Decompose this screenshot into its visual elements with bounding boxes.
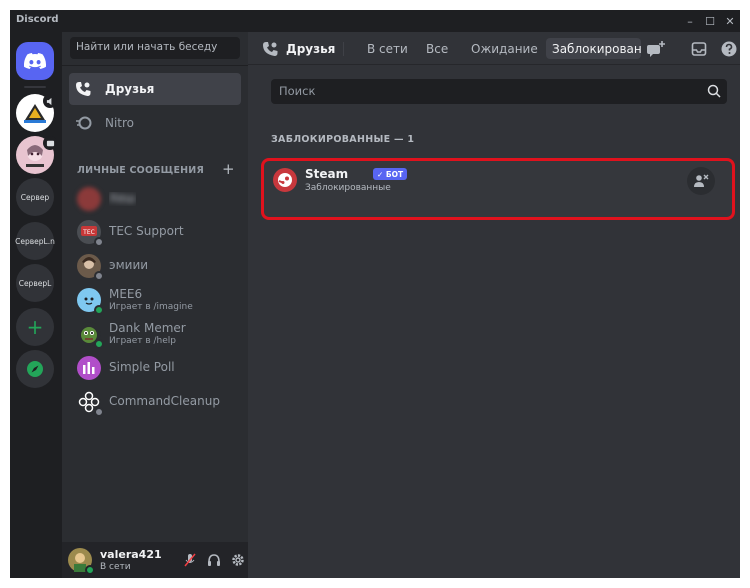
dm-name: TEC Support	[109, 225, 184, 239]
dm-item[interactable]: MEE6 Играет в /imagine	[69, 283, 241, 317]
dm-avatar	[77, 288, 104, 315]
nav-friends-label: Друзья	[105, 82, 155, 96]
blocked-count-header: ЗАБЛОКИРОВАННЫЕ — 1	[271, 134, 415, 145]
app-title: Discord	[16, 14, 59, 25]
dm-item[interactable]: Хеш	[69, 182, 241, 216]
toolbar-divider	[343, 42, 344, 56]
dm-activity: Играет в /help	[109, 335, 176, 346]
dm-name: MEE6	[109, 287, 143, 301]
status-indicator	[94, 271, 104, 281]
dm-avatar	[77, 390, 104, 417]
friends-search-input[interactable]: Поиск	[271, 79, 727, 104]
screen-share-icon	[43, 136, 57, 150]
new-group-dm-icon	[647, 41, 665, 57]
dm-avatar	[77, 254, 104, 281]
nav-nitro[interactable]: Nitro	[69, 107, 241, 139]
status-indicator	[85, 565, 95, 575]
dm-item[interactable]: Dank Memer Играет в /help	[69, 317, 241, 351]
sidebar-divider	[62, 65, 248, 66]
add-server-button[interactable]: +	[16, 308, 54, 346]
settings-button[interactable]	[228, 550, 248, 570]
discord-window: Discord – ☐ ✕ Сервер СерверL.n СерверL +…	[10, 10, 740, 578]
avatar[interactable]	[68, 548, 95, 575]
mic-muted-icon	[184, 553, 196, 567]
friends-title: Друзья	[262, 32, 335, 65]
dm-name: Хеш	[109, 192, 136, 206]
user-panel: valera421 В сети	[62, 542, 248, 578]
dm-activity: Играет в /imagine	[109, 301, 193, 312]
maximize-button[interactable]: ☐	[700, 12, 720, 30]
inbox-icon	[691, 42, 707, 56]
dm-avatar	[77, 356, 101, 380]
create-dm-button[interactable]: +	[222, 160, 235, 178]
guild-separator	[24, 86, 46, 88]
status-indicator	[94, 305, 104, 315]
steam-icon	[278, 173, 292, 187]
find-conversation-input[interactable]: Найти или начать беседу	[70, 37, 240, 59]
status-indicator	[94, 339, 104, 349]
dm-avatar	[77, 322, 104, 349]
nav-nitro-label: Nitro	[105, 116, 135, 130]
dm-avatar: TEC	[77, 220, 104, 247]
headphones-icon	[208, 554, 220, 566]
dm-avatar	[77, 187, 101, 211]
dm-name: эмиии	[109, 259, 149, 273]
speaker-icon	[43, 94, 57, 108]
bot-badge: ✓ БОТ	[373, 168, 408, 180]
tab-blocked[interactable]: Заблокированные	[546, 38, 641, 59]
tab-all[interactable]: Все	[420, 38, 454, 59]
blocked-user-row[interactable]: Steam ✓ БОТ Заблокированные	[261, 158, 735, 220]
tab-online[interactable]: В сети	[361, 38, 414, 59]
close-button[interactable]: ✕	[720, 12, 740, 30]
gear-icon	[232, 554, 244, 566]
user-status: В сети	[100, 562, 131, 572]
dm-item[interactable]: TEC TEC Support	[69, 215, 241, 249]
nitro-icon	[75, 115, 105, 131]
friends-page: Друзья В сети Все Ожидание Заблокированн…	[248, 32, 740, 578]
dm-item[interactable]: CommandCleanup	[69, 385, 241, 419]
server-list: Сервер СерверL.n СерверL +	[10, 32, 62, 578]
blocked-user-status: Заблокированные	[305, 183, 391, 193]
steam-avatar	[273, 168, 297, 192]
unblock-button[interactable]	[687, 167, 715, 195]
discord-logo-icon	[24, 53, 46, 69]
friends-toolbar: Друзья В сети Все Ожидание Заблокированн…	[248, 32, 740, 65]
inbox-button[interactable]	[690, 40, 708, 58]
server-2-button[interactable]	[16, 136, 57, 174]
blocked-user-name: Steam	[305, 167, 349, 181]
minimize-button[interactable]: –	[680, 12, 700, 30]
svg-text:TEC: TEC	[82, 229, 95, 236]
help-icon	[721, 41, 737, 57]
server-4-button[interactable]: СерверL.n	[15, 222, 55, 260]
nav-friends[interactable]: Друзья	[69, 73, 241, 105]
direct-messages-header: ЛИЧНЫЕ СООБЩЕНИЯ	[77, 165, 204, 176]
mute-mic-button[interactable]	[180, 550, 200, 570]
server-3-button[interactable]: Сервер	[16, 178, 54, 216]
server-1-button[interactable]	[16, 94, 57, 132]
dm-item[interactable]: Simple Poll	[69, 351, 241, 385]
dm-name: Simple Poll	[109, 361, 175, 375]
page-title: Друзья	[286, 41, 336, 56]
search-icon	[707, 84, 721, 101]
status-indicator	[94, 407, 104, 417]
help-button[interactable]	[720, 40, 738, 58]
compass-icon	[27, 361, 43, 377]
title-bar: Discord – ☐ ✕	[10, 10, 740, 32]
discord-home-button[interactable]	[16, 42, 54, 80]
deafen-button[interactable]	[204, 550, 224, 570]
explore-servers-button[interactable]	[16, 350, 54, 388]
tab-pending[interactable]: Ожидание	[465, 38, 544, 59]
dm-name: Dank Memer	[109, 321, 186, 335]
new-group-dm-button[interactable]	[647, 40, 665, 58]
dm-item[interactable]: эмиии	[69, 249, 241, 283]
status-indicator	[94, 237, 104, 247]
friends-icon	[75, 81, 105, 97]
unblock-user-icon	[694, 174, 709, 187]
dm-sidebar: Найти или начать беседу Друзья Nitro ЛИЧ…	[62, 32, 248, 578]
dm-name: CommandCleanup	[109, 395, 220, 409]
friends-icon	[263, 41, 278, 56]
search-placeholder: Поиск	[279, 84, 316, 98]
username: valera421	[100, 548, 162, 561]
server-5-button[interactable]: СерверL	[16, 264, 54, 302]
